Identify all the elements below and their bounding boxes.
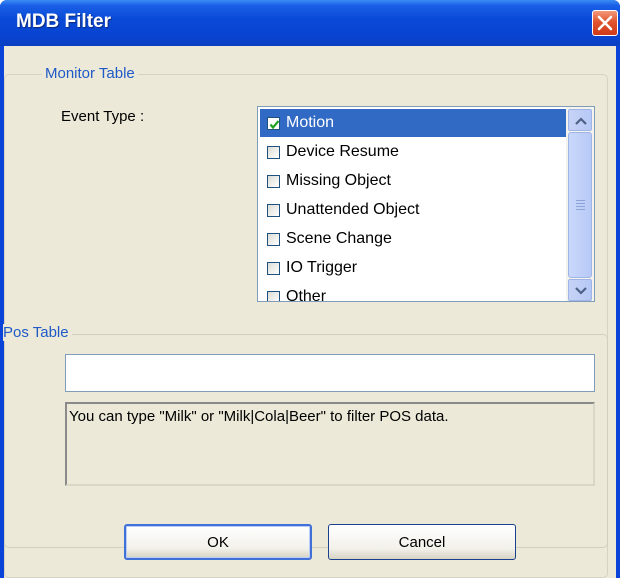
event-type-item[interactable]: Scene Change bbox=[260, 225, 566, 253]
event-type-item[interactable]: Device Resume bbox=[260, 138, 566, 166]
dialog-body: Monitor Table Event Type : Motion Device … bbox=[3, 46, 616, 578]
window-title: MDB Filter bbox=[16, 11, 111, 32]
pos-filter-input[interactable] bbox=[65, 354, 595, 392]
event-type-item[interactable]: Motion bbox=[260, 109, 566, 137]
event-type-item[interactable]: Missing Object bbox=[260, 167, 566, 195]
event-type-item-label: Motion bbox=[286, 114, 335, 131]
event-type-item-label: Unattended Object bbox=[286, 201, 420, 218]
scroll-down-button[interactable] bbox=[568, 279, 592, 301]
checkbox-checked-icon[interactable] bbox=[267, 116, 280, 130]
scroll-thumb[interactable] bbox=[568, 132, 592, 278]
title-bar[interactable]: MDB Filter bbox=[0, 0, 620, 46]
event-type-item[interactable]: IO Trigger bbox=[260, 254, 566, 282]
ok-button[interactable]: OK bbox=[124, 524, 312, 560]
event-type-label: Event Type : bbox=[61, 108, 145, 125]
checkbox-icon[interactable] bbox=[267, 174, 280, 188]
event-type-item[interactable]: Other bbox=[260, 283, 566, 302]
event-type-scrollbar[interactable] bbox=[566, 107, 594, 301]
cancel-button[interactable]: Cancel bbox=[328, 524, 516, 560]
checkbox-icon[interactable] bbox=[267, 232, 280, 246]
event-type-list[interactable]: Motion Device Resume Missing Object Unatten… bbox=[257, 106, 595, 302]
mdb-filter-dialog: MDB Filter Monitor Table Event Type : Mo… bbox=[0, 0, 620, 578]
checkbox-icon[interactable] bbox=[267, 145, 280, 159]
monitor-table-legend: Monitor Table bbox=[42, 65, 138, 82]
scroll-up-button[interactable] bbox=[568, 109, 592, 131]
event-type-item-label: Other bbox=[286, 288, 327, 302]
checkbox-icon[interactable] bbox=[267, 261, 280, 275]
event-type-item-label: Missing Object bbox=[286, 172, 391, 189]
checkbox-icon[interactable] bbox=[267, 290, 280, 301]
checkbox-icon[interactable] bbox=[267, 203, 280, 217]
chevron-up-icon bbox=[575, 117, 587, 125]
event-type-item-label: Device Resume bbox=[286, 143, 399, 160]
close-icon bbox=[597, 15, 613, 31]
close-button[interactable] bbox=[592, 10, 618, 36]
event-type-item[interactable]: Unattended Object bbox=[260, 196, 566, 224]
pos-table-legend: Pos Table bbox=[3, 324, 72, 341]
event-type-item-label: Scene Change bbox=[286, 230, 392, 247]
pos-filter-hint: You can type "Milk" or "Milk|Cola|Beer" … bbox=[65, 402, 595, 486]
chevron-down-icon bbox=[575, 287, 587, 295]
event-type-item-label: IO Trigger bbox=[286, 259, 358, 276]
